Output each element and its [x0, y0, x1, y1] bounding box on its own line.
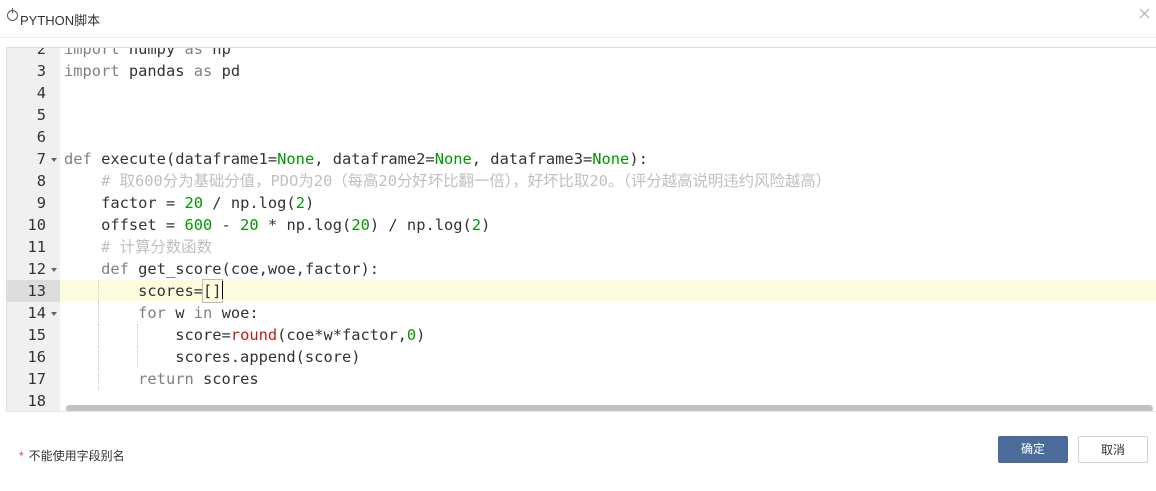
fold-arrow-icon[interactable] [51, 268, 57, 272]
code-line[interactable]: 12 def get_score(coe,woe,factor): [7, 258, 1156, 280]
code-text: for w in woe: [138, 304, 259, 322]
code-text: scores=[] [64, 279, 223, 303]
alias-note: * 不能使用字段别名 [19, 447, 125, 464]
code-text: import pandas as pd [64, 62, 241, 80]
code-line[interactable]: 10 offset = 600 - 20 * np.log(20) / np.l… [7, 214, 1156, 236]
code-line[interactable]: 16 scores.append(score) [7, 346, 1156, 368]
line-number: 13 [7, 280, 60, 302]
alias-note-text: 不能使用字段别名 [28, 449, 125, 463]
line-number: 17 [27, 370, 46, 388]
code-text: offset = 600 - 20 * np.log(20) / np.log(… [64, 216, 491, 234]
code-line[interactable]: 9 factor = 20 / np.log(2) [7, 192, 1156, 214]
code-line[interactable]: 3 import pandas as pd [7, 60, 1156, 82]
line-number: 10 [27, 216, 46, 234]
code-line[interactable]: 4 [7, 82, 1156, 104]
code-text: score=round(coe*w*factor,0) [64, 326, 426, 344]
editor-bottom-border [6, 411, 1156, 412]
code-text: return scores [138, 370, 259, 388]
dialog-header: PYTHON脚本 [0, 0, 1156, 38]
fold-arrow-icon[interactable] [51, 312, 57, 316]
code-text: def execute(dataframe1=None, dataframe2=… [64, 150, 648, 168]
code-line[interactable]: 13 scores=[] [7, 279, 1156, 303]
code-text: factor = 20 / np.log(2) [64, 194, 315, 212]
fold-arrow-icon[interactable] [51, 158, 57, 162]
code-line[interactable]: 6 [7, 126, 1156, 148]
line-number: 4 [36, 84, 46, 102]
dialog-title: PYTHON脚本 [20, 13, 101, 28]
code-lines: 2 import numpy as np 3 import pandas as pd 4… [7, 47, 1156, 412]
code-text: # 计算分数函数 [101, 238, 212, 256]
line-number: 18 [27, 392, 46, 410]
code-editor[interactable]: 2 import numpy as np 3 import pandas as pd 4… [6, 47, 1156, 412]
line-number: 5 [36, 106, 46, 124]
close-icon[interactable] [1138, 7, 1152, 21]
line-number: 6 [36, 128, 46, 146]
code-text: def get_score(coe,woe,factor): [101, 260, 380, 278]
code-line[interactable]: 8 # 取600分为基础分值，PDO为20（每高20分好坏比翻一倍），好坏比取2… [7, 170, 1156, 192]
line-number: 11 [27, 238, 46, 256]
line-number: 9 [36, 194, 46, 212]
required-mark: * [19, 449, 24, 463]
text-caret [221, 281, 223, 299]
confirm-button[interactable]: 确定 [998, 436, 1068, 463]
code-line[interactable]: 2 import numpy as np [7, 47, 1156, 60]
code-line[interactable]: 11 # 计算分数函数 [7, 236, 1156, 258]
code-line[interactable]: 17 return scores [7, 368, 1156, 390]
line-number: 16 [27, 348, 46, 366]
timer-icon [7, 8, 18, 21]
code-line[interactable]: 5 [7, 104, 1156, 126]
line-number: 8 [36, 172, 46, 190]
line-number: 2 [36, 47, 46, 58]
line-number: 3 [36, 62, 46, 80]
code-text: import numpy as np [64, 47, 231, 58]
code-text: scores.append(score) [64, 348, 361, 366]
cancel-button[interactable]: 取消 [1078, 436, 1148, 463]
code-line[interactable]: 14 for w in woe: [7, 302, 1156, 324]
code-text: # 取600分为基础分值，PDO为20（每高20分好坏比翻一倍），好坏比取20。… [101, 172, 832, 190]
code-line[interactable]: 15 score=round(coe*w*factor,0) [7, 324, 1156, 346]
line-number: 15 [27, 326, 46, 344]
code-line[interactable]: 7 def execute(dataframe1=None, dataframe2… [7, 148, 1156, 170]
